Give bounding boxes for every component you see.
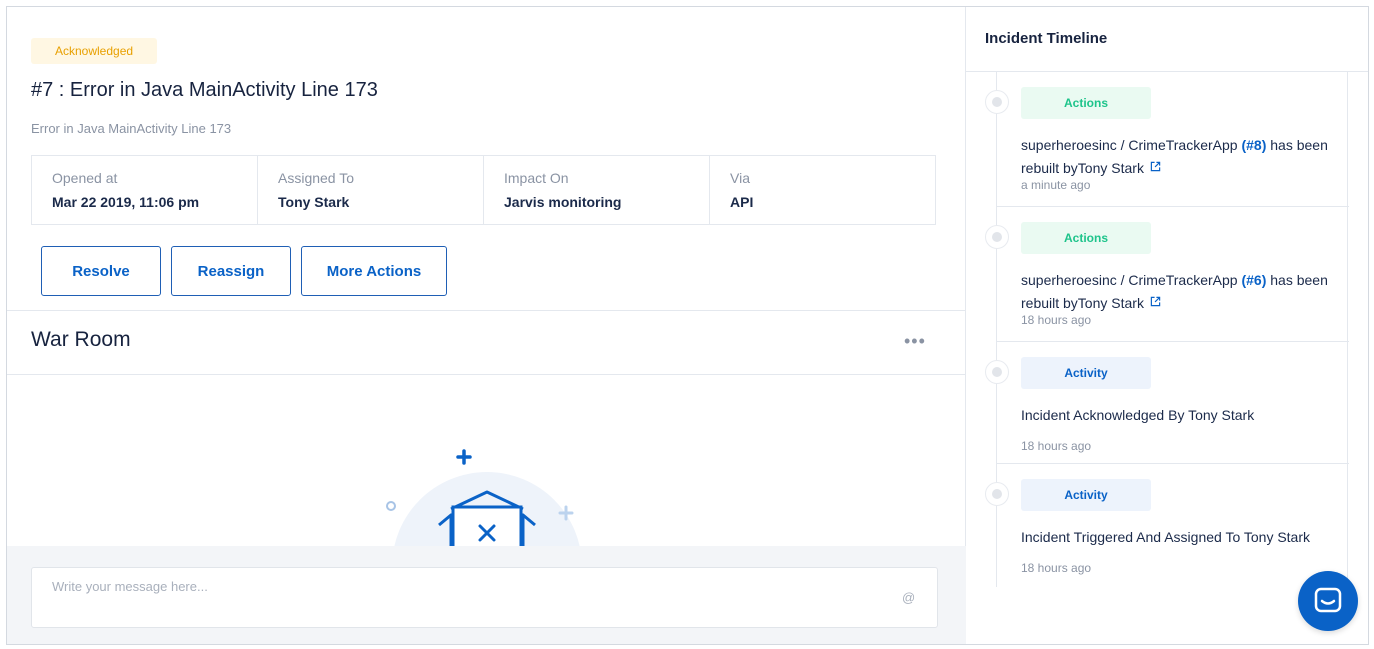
more-horizontal-icon[interactable]: ••• [904, 331, 926, 352]
meta-label: Assigned To [278, 170, 355, 186]
mention-icon[interactable]: @ [902, 590, 915, 605]
timeline-text-part: superheroesinc / CrimeTrackerApp [1021, 272, 1242, 288]
status-badge: Acknowledged [31, 38, 158, 64]
timeline-item: Actions superheroesinc / CrimeTrackerApp… [985, 207, 1349, 342]
meta-label: Impact On [504, 170, 569, 186]
meta-via: Via API [710, 156, 935, 224]
timeline-text: Incident Triggered And Assigned To Tony … [1021, 529, 1311, 545]
meta-label: Via [730, 170, 750, 186]
timeline-text: superheroesinc / CrimeTrackerApp (#8) ha… [1021, 134, 1341, 180]
timeline-item: Activity Incident Triggered And Assigned… [985, 464, 1349, 587]
timeline-time: 18 hours ago [1021, 561, 1092, 575]
empty-mailbox-icon [386, 449, 580, 547]
meta-value: Tony Stark [278, 194, 350, 210]
incident-page: Acknowledged #7 : Error in Java MainActi… [6, 6, 1369, 645]
meta-assigned-to: Assigned To Tony Stark [258, 156, 484, 224]
timeline-dot-icon [985, 360, 1009, 384]
timeline-tag: Activity [1021, 479, 1151, 511]
meta-value: Mar 22 2019, 11:06 pm [52, 194, 200, 210]
incident-actions: Resolve Reassign More Actions [41, 246, 447, 296]
timeline-item: Activity Incident Acknowledged By Tony S… [985, 342, 1349, 464]
war-room-title: War Room [31, 328, 131, 351]
build-link[interactable]: (#8) [1241, 137, 1266, 153]
incident-title: #7 : Error in Java MainActivity Line 173 [31, 79, 378, 101]
meta-value: Jarvis monitoring [504, 194, 622, 210]
reassign-button[interactable]: Reassign [171, 246, 291, 296]
timeline-time: 18 hours ago [1021, 313, 1092, 327]
incident-meta-table: Opened at Mar 22 2019, 11:06 pm Assigned… [31, 155, 936, 225]
timeline-dot-icon [985, 90, 1009, 114]
timeline-tag: Actions [1021, 87, 1151, 119]
meta-impact-on: Impact On Jarvis monitoring [484, 156, 710, 224]
resolve-button[interactable]: Resolve [41, 246, 161, 296]
timeline-tag: Activity [1021, 357, 1151, 389]
incident-detail-panel: Acknowledged #7 : Error in Java MainActi… [7, 7, 966, 644]
chat-icon[interactable] [1298, 571, 1358, 631]
meta-opened-at: Opened at Mar 22 2019, 11:06 pm [32, 156, 258, 224]
message-input[interactable] [52, 576, 892, 596]
timeline-dot-icon [985, 225, 1009, 249]
external-link-icon[interactable] [1150, 161, 1161, 172]
chat-bubble-glyph [1314, 587, 1342, 613]
external-link-icon[interactable] [1150, 296, 1161, 307]
meta-label: Opened at [52, 170, 118, 186]
incident-description: Error in Java MainActivity Line 173 [31, 121, 232, 136]
timeline-list: Actions superheroesinc / CrimeTrackerApp… [985, 72, 1349, 587]
timeline-item: Actions superheroesinc / CrimeTrackerApp… [985, 72, 1349, 207]
divider [7, 310, 966, 311]
timeline-tag: Actions [1021, 222, 1151, 254]
meta-value: API [730, 194, 754, 210]
timeline-text-part: superheroesinc / CrimeTrackerApp [1021, 137, 1242, 153]
incident-timeline-panel: Incident Timeline Actions superheroesinc… [966, 7, 1368, 644]
divider [7, 374, 966, 375]
timeline-text: superheroesinc / CrimeTrackerApp (#6) ha… [1021, 269, 1341, 315]
timeline-title: Incident Timeline [985, 30, 1108, 47]
message-composer: @ [31, 567, 938, 628]
more-actions-button[interactable]: More Actions [301, 246, 447, 296]
timeline-text: Incident Acknowledged By Tony Stark [1021, 407, 1255, 423]
timeline-dot-icon [985, 482, 1009, 506]
timeline-time: 18 hours ago [1021, 439, 1092, 453]
build-link[interactable]: (#6) [1241, 272, 1266, 288]
timeline-time: a minute ago [1021, 178, 1091, 192]
